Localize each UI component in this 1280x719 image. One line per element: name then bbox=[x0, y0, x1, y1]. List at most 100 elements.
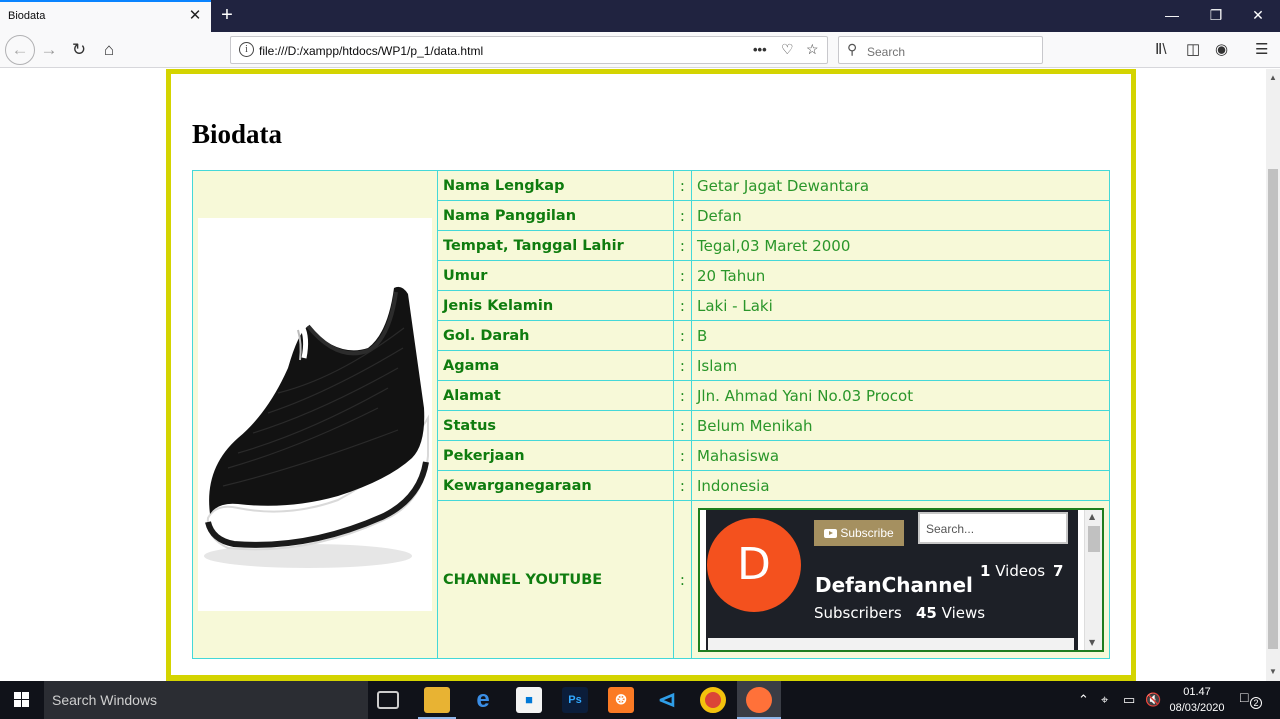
views-count: 45 bbox=[916, 603, 937, 622]
videos-count: 1 bbox=[980, 561, 991, 580]
new-tab-button[interactable]: + bbox=[214, 2, 240, 28]
channel-preview-strip bbox=[708, 637, 1074, 650]
page-title: Biodata bbox=[192, 119, 283, 149]
channel-avatar[interactable]: D bbox=[707, 517, 801, 612]
row-value: Indonesia bbox=[691, 470, 1110, 501]
edge-icon[interactable]: e bbox=[470, 687, 496, 713]
row-colon: : bbox=[672, 410, 693, 441]
row-colon: : bbox=[672, 170, 693, 201]
subscribers-views-stat: Subscribers 45 Views bbox=[814, 604, 985, 622]
scroll-up-icon[interactable]: ▲ bbox=[1089, 512, 1095, 521]
forward-arrow-icon[interactable]: → bbox=[36, 37, 62, 63]
embed-scrollbar[interactable]: ▲ ▼ bbox=[1084, 509, 1102, 650]
row-colon: : bbox=[672, 470, 693, 501]
youtube-label: CHANNEL YOUTUBE bbox=[437, 500, 674, 659]
page-scroll-thumb[interactable] bbox=[1268, 169, 1278, 649]
wifi-icon[interactable]: ⌖ bbox=[1101, 692, 1108, 708]
row-value: Getar Jagat Dewantara bbox=[691, 170, 1110, 201]
youtube-embed[interactable]: D Subscribe Search... 1 Videos 7 DefanCh… bbox=[698, 507, 1104, 652]
scroll-down-icon[interactable]: ▼ bbox=[1089, 638, 1095, 647]
tab-biodata[interactable]: Biodata ✕ bbox=[0, 0, 211, 32]
channel-name[interactable]: DefanChannel bbox=[815, 573, 973, 597]
restore-icon[interactable]: ❐ bbox=[1194, 0, 1238, 32]
close-window-icon[interactable]: ✕ bbox=[1236, 0, 1280, 32]
videos-stat: 1 Videos bbox=[980, 562, 1045, 580]
search-placeholder: Search bbox=[867, 45, 906, 59]
row-label: Nama Panggilan bbox=[437, 200, 674, 231]
subscribers-count: 7 bbox=[1053, 561, 1064, 580]
taskbar: Search Windows e ■ Ps ⊛ ⊲ ⌃ ⌖ ▭ 🔇 01.47 … bbox=[0, 681, 1280, 719]
row-colon: : bbox=[672, 380, 693, 411]
url-text[interactable]: file:///D:/xampp/htdocs/WP1/p_1/data.htm… bbox=[259, 44, 483, 58]
biodata-table: Nama Lengkap : Getar Jagat Dewantara Nam… bbox=[192, 170, 1110, 659]
row-label: Nama Lengkap bbox=[437, 170, 674, 201]
row-value: Jln. Ahmad Yani No.03 Procot bbox=[691, 380, 1110, 411]
page-actions-icon[interactable]: ••• bbox=[753, 42, 767, 57]
start-button[interactable] bbox=[0, 681, 44, 719]
minimize-icon[interactable]: — bbox=[1150, 0, 1194, 32]
photoshop-icon[interactable]: Ps bbox=[562, 687, 588, 713]
vscode-icon[interactable]: ⊲ bbox=[654, 687, 680, 713]
chrome-icon[interactable] bbox=[700, 687, 726, 713]
back-arrow-icon[interactable]: ← bbox=[5, 35, 35, 65]
file-explorer-icon[interactable] bbox=[424, 687, 450, 713]
subscribe-button[interactable]: Subscribe bbox=[814, 519, 904, 546]
task-view-icon[interactable] bbox=[377, 691, 399, 709]
address-bar[interactable]: i file:///D:/xampp/htdocs/WP1/p_1/data.h… bbox=[230, 36, 828, 64]
youtube-icon bbox=[824, 528, 838, 538]
taskbar-search-text: Search Windows bbox=[52, 692, 158, 708]
navigation-bar: ← → ↻ ⌂ i file:///D:/xampp/htdocs/WP1/p_… bbox=[0, 32, 1280, 68]
row-colon: : bbox=[672, 200, 693, 231]
sidebar-icon[interactable]: ◫ bbox=[1186, 40, 1200, 58]
page-scrollbar[interactable]: ▲ ▼ bbox=[1266, 69, 1280, 681]
search-bar[interactable]: ⚲ Search bbox=[838, 36, 1043, 64]
row-label: Jenis Kelamin bbox=[437, 290, 674, 321]
row-value: Mahasiswa bbox=[691, 440, 1110, 471]
menu-icon[interactable]: ☰ bbox=[1255, 40, 1268, 58]
library-icon[interactable]: Ⅱ\ bbox=[1155, 40, 1167, 58]
home-icon[interactable]: ⌂ bbox=[96, 37, 122, 63]
clock-time: 01.47 bbox=[1183, 686, 1211, 698]
account-icon[interactable]: ◉ bbox=[1215, 40, 1228, 58]
row-label: Pekerjaan bbox=[437, 440, 674, 471]
row-value: Islam bbox=[691, 350, 1110, 381]
table-row: Nama Lengkap : Getar Jagat Dewantara bbox=[192, 170, 1110, 659]
shoe-photo bbox=[198, 218, 432, 611]
subscribe-label: Subscribe bbox=[840, 525, 894, 540]
page-info-icon[interactable]: i bbox=[239, 42, 254, 57]
notification-count: 2 bbox=[1250, 697, 1262, 709]
store-icon[interactable]: ■ bbox=[516, 687, 542, 713]
notification-icon[interactable]: □ 2 bbox=[1240, 689, 1262, 709]
firefox-icon[interactable] bbox=[746, 687, 772, 713]
close-tab-icon[interactable]: ✕ bbox=[186, 7, 204, 25]
scroll-down-icon[interactable]: ▼ bbox=[1266, 665, 1280, 679]
row-label: Umur bbox=[437, 260, 674, 291]
photo-cell bbox=[192, 170, 438, 659]
row-colon: : bbox=[672, 230, 693, 261]
row-label: Gol. Darah bbox=[437, 320, 674, 351]
channel-search-input[interactable]: Search... bbox=[918, 511, 1068, 544]
scroll-up-icon[interactable]: ▲ bbox=[1266, 71, 1280, 85]
row-value: Defan bbox=[691, 200, 1110, 231]
row-value: Belum Menikah bbox=[691, 410, 1110, 441]
taskbar-search-input[interactable]: Search Windows bbox=[44, 681, 368, 719]
embed-scroll-thumb[interactable] bbox=[1088, 525, 1100, 552]
windows-logo-icon bbox=[14, 692, 30, 708]
row-colon: : bbox=[672, 500, 693, 659]
row-colon: : bbox=[672, 320, 693, 351]
pocket-icon[interactable]: ♡ bbox=[781, 41, 794, 58]
taskbar-clock[interactable]: 01.47 08/03/2020 bbox=[1163, 684, 1231, 716]
biodata-frame: Biodata Nama Lengkap: Getar Jagat Dewan… bbox=[166, 69, 1136, 681]
xampp-icon[interactable]: ⊛ bbox=[608, 687, 634, 713]
row-label: Alamat bbox=[437, 380, 674, 411]
battery-icon[interactable]: ▭ bbox=[1123, 692, 1135, 708]
tab-strip: Biodata ✕ + — ❐ ✕ bbox=[0, 0, 1280, 32]
subscribers-label: Subscribers bbox=[814, 603, 902, 622]
row-colon: : bbox=[672, 290, 693, 321]
clock-date: 08/03/2020 bbox=[1169, 702, 1225, 714]
volume-muted-icon[interactable]: 🔇 bbox=[1145, 692, 1161, 708]
bookmark-star-icon[interactable]: ☆ bbox=[806, 41, 819, 58]
reload-icon[interactable]: ↻ bbox=[66, 37, 92, 63]
page-viewport: Biodata Nama Lengkap: Getar Jagat Dewan… bbox=[0, 69, 1266, 681]
chevron-up-icon[interactable]: ⌃ bbox=[1078, 692, 1089, 708]
